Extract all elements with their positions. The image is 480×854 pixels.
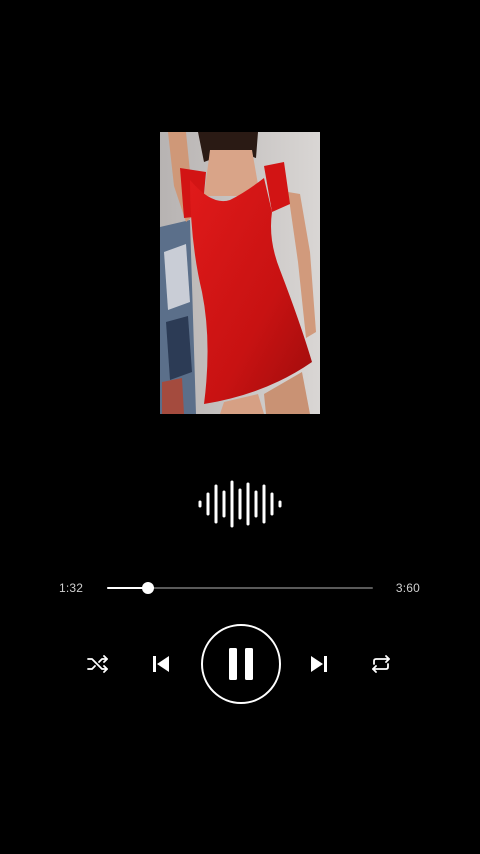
skip-next-icon [311,656,327,672]
play-pause-button[interactable] [201,624,281,704]
previous-track-button[interactable] [149,652,173,676]
shuffle-icon [87,655,108,673]
next-track-button[interactable] [307,652,331,676]
audio-waveform-icon [196,478,284,530]
total-duration: 3:60 [395,581,420,595]
elapsed-time: 1:32 [59,581,84,595]
shuffle-button[interactable] [85,652,111,676]
repeat-button[interactable] [368,652,394,676]
album-artwork [160,132,320,414]
progress-thumb[interactable] [142,582,155,594]
progress-slider[interactable] [107,582,373,594]
skip-previous-icon [153,656,169,672]
pause-icon [229,648,253,680]
repeat-icon [372,655,390,673]
